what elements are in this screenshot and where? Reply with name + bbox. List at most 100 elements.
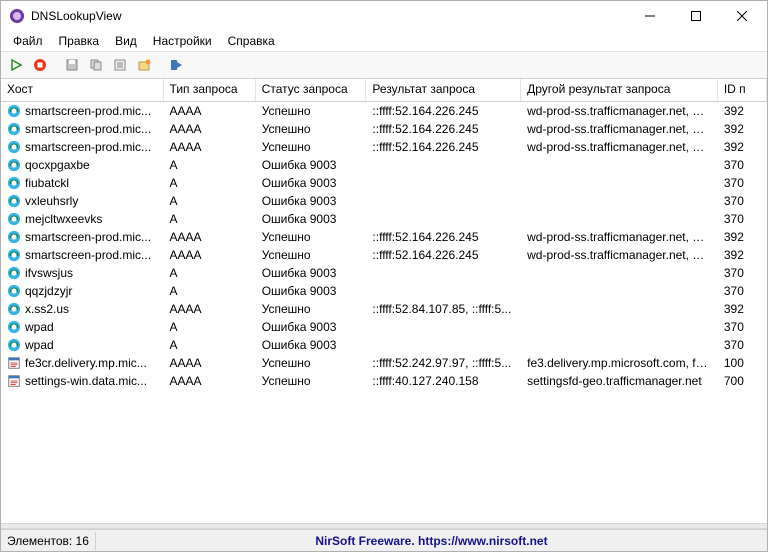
- cell-host: ifvswsjus: [1, 265, 164, 281]
- cell-host: smartscreen-prod.mic...: [1, 247, 164, 263]
- cell-other: wd-prod-ss.trafficmanager.net, wd-prod-s…: [521, 121, 718, 137]
- cell-other: wd-prod-ss.trafficmanager.net, wd-prod-s…: [521, 139, 718, 155]
- column-header-row: Хост Тип запроса Статус запроса Результа…: [1, 79, 767, 102]
- cell-host: smartscreen-prod.mic...: [1, 121, 164, 137]
- cell-type: AAAA: [164, 247, 256, 263]
- start-capture-button[interactable]: [5, 54, 27, 76]
- cell-status: Успешно: [256, 355, 367, 371]
- cell-type: A: [164, 319, 256, 335]
- table-row[interactable]: smartscreen-prod.mic...AAAAУспешно::ffff…: [1, 102, 767, 120]
- cell-host: settings-win.data.mic...: [1, 373, 164, 389]
- cell-id: 370: [718, 319, 767, 335]
- menu-edit[interactable]: Правка: [51, 33, 108, 49]
- cell-host: qqzjdzyjr: [1, 283, 164, 299]
- table-row[interactable]: ifvswsjusAОшибка 9003370: [1, 264, 767, 282]
- cell-id: 370: [718, 283, 767, 299]
- menu-view[interactable]: Вид: [107, 33, 145, 49]
- cell-result: ::ffff:52.242.97.97, ::ffff:5...: [366, 355, 521, 371]
- cell-other: [521, 290, 718, 292]
- maximize-button[interactable]: [673, 1, 719, 31]
- cell-other: wd-prod-ss.trafficmanager.net, wd-prod-s…: [521, 229, 718, 245]
- table-row[interactable]: settings-win.data.mic...AAAAУспешно::fff…: [1, 372, 767, 390]
- status-credit: NirSoft Freeware. https://www.nirsoft.ne…: [96, 534, 767, 548]
- cell-other: [521, 308, 718, 310]
- column-header-other[interactable]: Другой результат запроса: [521, 79, 718, 101]
- cell-result: [366, 218, 521, 220]
- table-row[interactable]: vxleuhsrlyAОшибка 9003370: [1, 192, 767, 210]
- menu-options[interactable]: Настройки: [145, 33, 220, 49]
- stop-capture-button[interactable]: [29, 54, 51, 76]
- copy-button[interactable]: [85, 54, 107, 76]
- title-bar[interactable]: DNSLookupView: [1, 1, 767, 31]
- exit-button[interactable]: [165, 54, 187, 76]
- close-button[interactable]: [719, 1, 765, 31]
- cell-type: A: [164, 193, 256, 209]
- cell-result: ::ffff:52.164.226.245: [366, 139, 521, 155]
- table-row[interactable]: wpadAОшибка 9003370: [1, 318, 767, 336]
- table-row[interactable]: smartscreen-prod.mic...AAAAУспешно::ffff…: [1, 120, 767, 138]
- edge-icon: [7, 158, 21, 172]
- column-header-id[interactable]: ID п: [718, 79, 767, 101]
- status-bar: Элементов: 16 NirSoft Freeware. https://…: [1, 529, 767, 551]
- column-header-host[interactable]: Хост: [1, 79, 164, 101]
- cell-result: [366, 182, 521, 184]
- table-row[interactable]: smartscreen-prod.mic...AAAAУспешно::ffff…: [1, 246, 767, 264]
- menu-help[interactable]: Справка: [220, 33, 283, 49]
- cell-result: ::ffff:40.127.240.158: [366, 373, 521, 389]
- window-title: DNSLookupView: [31, 9, 627, 23]
- edge-icon: [7, 104, 21, 118]
- cell-type: AAAA: [164, 355, 256, 371]
- cell-id: 370: [718, 337, 767, 353]
- cell-type: A: [164, 337, 256, 353]
- options-button[interactable]: [133, 54, 155, 76]
- properties-button[interactable]: [109, 54, 131, 76]
- cell-other: [521, 272, 718, 274]
- menu-file[interactable]: Файл: [5, 33, 51, 49]
- table-row[interactable]: qocxpgaxbeAОшибка 9003370: [1, 156, 767, 174]
- cell-type: AAAA: [164, 373, 256, 389]
- save-button[interactable]: [61, 54, 83, 76]
- column-header-result[interactable]: Результат запроса: [366, 79, 521, 101]
- cell-result: [366, 200, 521, 202]
- table-row[interactable]: x.ss2.usAAAAУспешно::ffff:52.84.107.85, …: [1, 300, 767, 318]
- cell-other: [521, 182, 718, 184]
- cell-host: smartscreen-prod.mic...: [1, 229, 164, 245]
- menu-bar: Файл Правка Вид Настройки Справка: [1, 31, 767, 51]
- cell-result: ::ffff:52.164.226.245: [366, 103, 521, 119]
- cell-status: Успешно: [256, 103, 367, 119]
- toolbar: [1, 51, 767, 79]
- cell-host: vxleuhsrly: [1, 193, 164, 209]
- list-body[interactable]: smartscreen-prod.mic...AAAAУспешно::ffff…: [1, 102, 767, 523]
- cell-id: 392: [718, 103, 767, 119]
- cell-result: ::ffff:52.164.226.245: [366, 247, 521, 263]
- list-view: Хост Тип запроса Статус запроса Результа…: [1, 79, 767, 523]
- column-header-status[interactable]: Статус запроса: [256, 79, 367, 101]
- column-header-type[interactable]: Тип запроса: [164, 79, 256, 101]
- table-row[interactable]: fe3cr.delivery.mp.mic...AAAAУспешно::fff…: [1, 354, 767, 372]
- cell-status: Успешно: [256, 301, 367, 317]
- cell-other: fe3.delivery.mp.microsoft.com, fe3.deliv…: [521, 355, 718, 371]
- cell-status: Ошибка 9003: [256, 319, 367, 335]
- edge-icon: [7, 212, 21, 226]
- table-row[interactable]: fiubatcklAОшибка 9003370: [1, 174, 767, 192]
- cell-id: 392: [718, 301, 767, 317]
- edge-icon: [7, 122, 21, 136]
- table-row[interactable]: qqzjdzyjrAОшибка 9003370: [1, 282, 767, 300]
- cell-id: 370: [718, 175, 767, 191]
- table-row[interactable]: smartscreen-prod.mic...AAAAУспешно::ffff…: [1, 228, 767, 246]
- cell-type: AAAA: [164, 121, 256, 137]
- cell-status: Ошибка 9003: [256, 337, 367, 353]
- hosts-icon: [7, 356, 21, 370]
- cell-id: 700: [718, 373, 767, 389]
- edge-icon: [7, 284, 21, 298]
- table-row[interactable]: smartscreen-prod.mic...AAAAУспешно::ffff…: [1, 138, 767, 156]
- table-row[interactable]: wpadAОшибка 9003370: [1, 336, 767, 354]
- edge-icon: [7, 230, 21, 244]
- cell-type: AAAA: [164, 301, 256, 317]
- table-row[interactable]: mejcltwxeevksAОшибка 9003370: [1, 210, 767, 228]
- minimize-button[interactable]: [627, 1, 673, 31]
- hosts-icon: [7, 374, 21, 388]
- cell-type: A: [164, 175, 256, 191]
- edge-icon: [7, 140, 21, 154]
- cell-other: [521, 344, 718, 346]
